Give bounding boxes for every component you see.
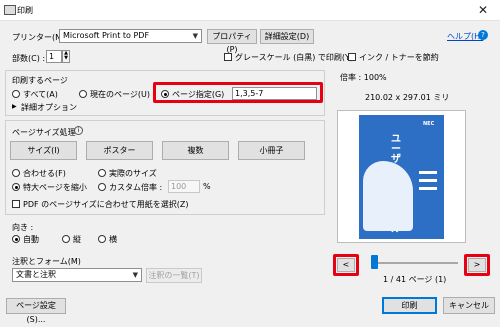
custom-scale-radio[interactable] [98,183,106,191]
shrink-label: 特大ページを縮小 [23,183,87,192]
orientation-portrait-label: 縦 [73,235,81,244]
copies-stepper[interactable]: ▲ ▼ [62,50,70,63]
page-status: 1 / 41 ページ (1) [383,275,447,284]
printer-select-value: Microsoft Print to PDF [63,31,150,40]
orientation-heading: 向き : [12,223,34,232]
page-preview: NEC ユーザーズマニュアル [337,110,466,243]
preview-document-cover: NEC ユーザーズマニュアル [359,115,444,239]
paper-by-pdf-checkbox[interactable] [12,200,20,208]
chevron-down-icon: ▼ [192,32,198,40]
prev-page-button[interactable]: < [337,258,355,272]
poster-button[interactable]: ポスター [86,141,153,160]
properties-button[interactable]: プロパティ(P) [207,29,257,54]
orientation-landscape-radio[interactable] [98,235,106,243]
printer-select[interactable]: Microsoft Print to PDF ▼ [59,29,202,43]
custom-scale-label: カスタム倍率 : [109,183,163,192]
copies-label: 部数(C) : [12,54,46,63]
grayscale-label: グレースケール (白黒) で印刷(Y) [235,53,354,62]
page-dimensions: 210.02 x 297.01 ミリ [365,93,450,102]
fit-radio[interactable] [12,169,20,177]
multiple-button[interactable]: 複数 [162,141,229,160]
comments-heading: 注釈とフォーム(M) [12,257,81,266]
chevron-down-icon: ▼ [132,271,138,279]
actual-size-label: 実際のサイズ [109,169,157,178]
custom-scale-input[interactable]: 100 [168,180,200,193]
grayscale-checkbox[interactable] [224,53,232,61]
pages-range-radio[interactable] [161,90,169,98]
orientation-auto-radio[interactable] [12,235,20,243]
doc-logo: NEC [423,121,435,127]
copies-input[interactable]: 1 [46,50,62,63]
more-options-link[interactable]: 詳細オプション [21,102,77,113]
chevron-right-icon[interactable]: ▶ [12,103,17,110]
cancel-button[interactable]: キャンセル [443,297,495,314]
pages-current-label: 現在のページ(U) [90,90,150,99]
pages-current-radio[interactable] [79,90,87,98]
comments-select[interactable]: 文書と注釈 ▼ [12,268,142,282]
save-ink-label: インク / トナーを節約 [359,53,439,62]
print-button[interactable]: 印刷 [382,297,437,314]
paper-by-pdf-label: PDF のページサイズに合わせて用紙を選択(Z) [23,200,189,209]
next-page-button[interactable]: > [468,258,486,272]
page-slider-track[interactable] [372,262,458,264]
pages-all-label: すべて(A) [23,90,58,99]
advanced-button[interactable]: 詳細設定(D) [260,29,314,44]
page-slider-thumb[interactable] [371,255,379,269]
orientation-portrait-radio[interactable] [62,235,70,243]
pages-all-radio[interactable] [12,90,20,98]
help-icon[interactable]: ? [478,30,488,40]
fit-label: 合わせる(F) [23,169,66,178]
pages-range-label: ページ指定(G) [172,90,225,99]
title-bar: 印刷 ✕ [0,0,500,21]
info-icon[interactable]: i [74,126,83,135]
comments-select-value: 文書と注釈 [16,270,56,279]
doc-illustration [363,161,413,231]
pages-heading: 印刷するページ [12,76,68,85]
orientation-landscape-label: 横 [109,235,117,244]
page-setup-button[interactable]: ページ設定(S)... [6,298,66,324]
page-sizing-heading: ページサイズ処理 [12,128,76,137]
zoom-label: 倍率 : 100% [340,73,387,82]
window-title: 印刷 [17,6,33,15]
orientation-auto-label: 自動 [23,235,39,244]
percent-label: % [203,182,211,191]
page-range-input[interactable]: 1,3,5-7 [232,87,317,100]
close-icon[interactable]: ✕ [474,2,492,18]
booklet-button[interactable]: 小冊子 [238,141,305,160]
app-icon [4,5,16,15]
shrink-radio[interactable] [12,183,20,191]
size-button[interactable]: サイズ(I) [10,141,77,160]
comments-summary-button[interactable]: 注釈の一覧(T) [146,268,202,283]
save-ink-checkbox[interactable] [348,53,356,61]
actual-size-radio[interactable] [98,169,106,177]
